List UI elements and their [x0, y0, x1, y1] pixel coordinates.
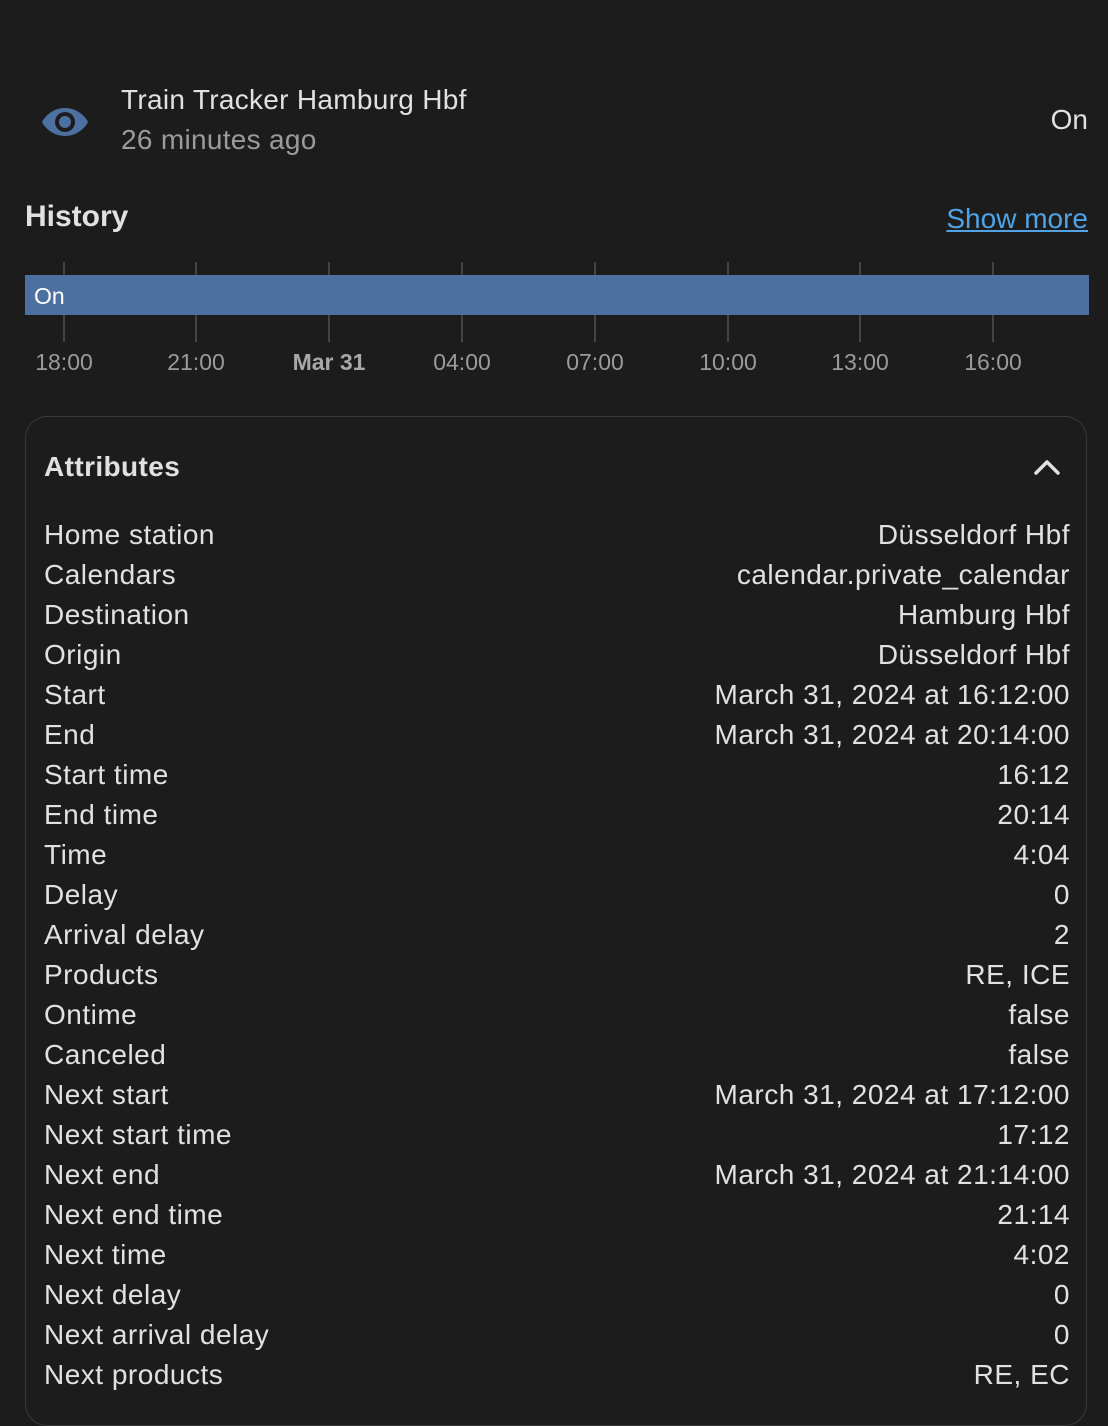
attribute-row: Next arrival delay 0 — [44, 1315, 1070, 1355]
timeline-label: 16:00 — [964, 349, 1022, 375]
timeline-label: 21:00 — [167, 349, 225, 375]
timeline-label: 13:00 — [831, 349, 889, 375]
eye-icon — [40, 100, 90, 144]
attribute-value: 0 — [1053, 879, 1070, 910]
attribute-value: Düsseldorf Hbf — [877, 519, 1070, 550]
attribute-value: March 31, 2024 at 17:12:00 — [714, 1079, 1070, 1110]
attribute-key: Next arrival delay — [44, 1319, 270, 1350]
attributes-list: Home station Düsseldorf Hbf Calendars calen… — [44, 515, 1070, 1395]
history-title: History — [25, 200, 129, 233]
attribute-key: Destination — [44, 599, 190, 630]
attribute-row: Next start time 17:12 — [44, 1115, 1070, 1155]
attribute-key: End time — [44, 799, 159, 830]
attribute-value: false — [1008, 999, 1070, 1030]
attributes-panel: Attributes Home station Düsseldorf Hbf Cal… — [25, 416, 1087, 1426]
attribute-value: Hamburg Hbf — [897, 599, 1070, 630]
attribute-row: Next end March 31, 2024 at 21:14:00 — [44, 1155, 1070, 1195]
entity-state: On — [1050, 104, 1088, 135]
attribute-key: Home station — [44, 519, 215, 550]
attribute-key: Canceled — [44, 1039, 167, 1070]
timeline-label: 10:00 — [699, 349, 757, 375]
attribute-row: Products RE, ICE — [44, 955, 1070, 995]
attribute-row: Ontime false — [44, 995, 1070, 1035]
state-bar-on[interactable]: On — [25, 275, 1089, 315]
entity-header: Train Tracker Hamburg Hbf 26 minutes ago… — [0, 0, 1108, 180]
attribute-row: End time 20:14 — [44, 795, 1070, 835]
attribute-row: Destination Hamburg Hbf — [44, 595, 1070, 635]
attribute-value: March 31, 2024 at 20:14:00 — [714, 719, 1070, 750]
attribute-key: Start — [44, 679, 106, 710]
state-bar-label: On — [34, 283, 65, 309]
attribute-row: Canceled false — [44, 1035, 1070, 1075]
attribute-key: Next start — [44, 1079, 169, 1110]
attribute-value: RE, EC — [973, 1359, 1070, 1390]
attribute-row: Time 4:04 — [44, 835, 1070, 875]
timeline-label: 07:00 — [566, 349, 624, 375]
attribute-row: Calendars calendar.private_calendar — [44, 555, 1070, 595]
history-timeline[interactable]: On 18:00 21:00 Mar 31 04:00 07:00 10:00 … — [25, 262, 1089, 392]
attribute-value: 4:02 — [1013, 1239, 1070, 1270]
attribute-value: false — [1008, 1039, 1070, 1070]
timeline-label: Mar 31 — [292, 349, 366, 375]
attribute-row: Arrival delay 2 — [44, 915, 1070, 955]
attribute-row: Next start March 31, 2024 at 17:12:00 — [44, 1075, 1070, 1115]
attribute-key: Delay — [44, 879, 119, 910]
attribute-row: Delay 0 — [44, 875, 1070, 915]
attribute-row: Home station Düsseldorf Hbf — [44, 515, 1070, 555]
attribute-key: Arrival delay — [44, 919, 205, 950]
attribute-value: Düsseldorf Hbf — [877, 639, 1070, 670]
attribute-key: Next products — [44, 1359, 224, 1390]
attribute-row: End March 31, 2024 at 20:14:00 — [44, 715, 1070, 755]
attribute-value: 2 — [1053, 919, 1070, 950]
last-changed: 26 minutes ago — [121, 124, 317, 155]
attribute-value: 21:14 — [997, 1199, 1070, 1230]
attribute-row: Next time 4:02 — [44, 1235, 1070, 1275]
attributes-title: Attributes — [44, 451, 181, 482]
attribute-value: 16:12 — [997, 759, 1070, 790]
attribute-key: Products — [44, 959, 159, 990]
attribute-value: 0 — [1053, 1319, 1070, 1350]
timeline-label: 18:00 — [35, 349, 93, 375]
attribute-key: Next delay — [44, 1279, 182, 1310]
attribute-row: Next end time 21:14 — [44, 1195, 1070, 1235]
attribute-key: Next time — [44, 1239, 167, 1270]
attribute-value: March 31, 2024 at 21:14:00 — [714, 1159, 1070, 1190]
attribute-value: calendar.private_calendar — [736, 559, 1070, 590]
attribute-row: Start March 31, 2024 at 16:12:00 — [44, 675, 1070, 715]
attribute-value: RE, ICE — [965, 959, 1070, 990]
attribute-value: 4:04 — [1013, 839, 1070, 870]
attribute-key: Origin — [44, 639, 122, 670]
attribute-key: Ontime — [44, 999, 138, 1030]
attribute-row: Next delay 0 — [44, 1275, 1070, 1315]
attribute-key: End — [44, 719, 96, 750]
attribute-key: Next start time — [44, 1119, 232, 1150]
attribute-key: Calendars — [44, 559, 177, 590]
entity-name: Train Tracker Hamburg Hbf — [121, 84, 467, 115]
attribute-row: Origin Düsseldorf Hbf — [44, 635, 1070, 675]
attribute-row: Start time 16:12 — [44, 755, 1070, 795]
attribute-key: Time — [44, 839, 108, 870]
show-more-link[interactable]: Show more — [946, 203, 1088, 235]
attribute-value: March 31, 2024 at 16:12:00 — [714, 679, 1070, 710]
attribute-value: 0 — [1053, 1279, 1070, 1310]
attribute-key: Next end — [44, 1159, 161, 1190]
attribute-key: Next end time — [44, 1199, 224, 1230]
chevron-up-icon[interactable] — [1032, 453, 1062, 483]
attribute-value: 20:14 — [997, 799, 1070, 830]
attribute-key: Start time — [44, 759, 169, 790]
attribute-value: 17:12 — [997, 1119, 1070, 1150]
attribute-row: Next products RE, EC — [44, 1355, 1070, 1395]
timeline-label: 04:00 — [433, 349, 491, 375]
